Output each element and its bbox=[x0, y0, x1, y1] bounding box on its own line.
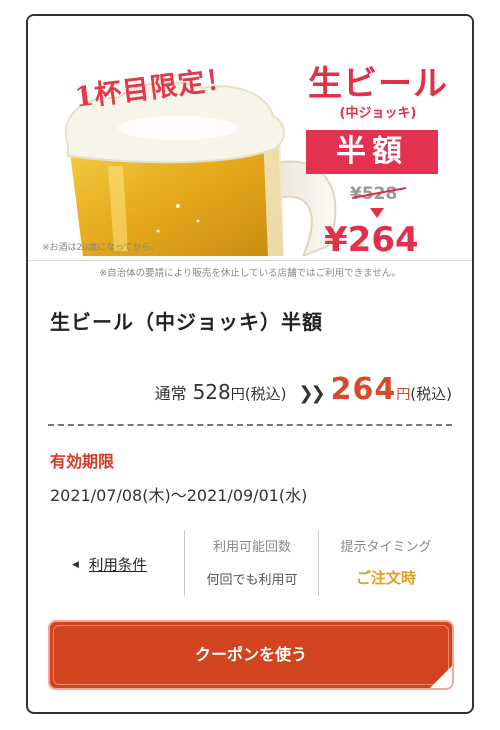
sale-price: 264 bbox=[330, 372, 397, 407]
corner-fold bbox=[430, 666, 452, 688]
terms-link[interactable]: ◀ 利用条件 bbox=[72, 554, 147, 575]
hero-title: 生ビール bbox=[308, 64, 448, 104]
store-notice: ※自治体の要請により販売を休止している店舗ではご利用できません。 bbox=[99, 268, 401, 279]
regular-price: 528 bbox=[192, 380, 231, 404]
coupon-title: 生ビール（中ジョッキ）半額 bbox=[50, 310, 323, 334]
info-row: ◀ 利用条件 利用可能回数 何回でも利用可 提示タイミング ご注文時 bbox=[28, 526, 472, 602]
double-chevron-icon: ❯❯ bbox=[298, 383, 325, 404]
use-coupon-label: クーポンを使う bbox=[194, 645, 307, 664]
hero-subtitle: (中ジョッキ) bbox=[339, 106, 417, 121]
regular-label: 通常 bbox=[154, 384, 187, 403]
hero-banner: 1杯目限定！ 生ビール (中ジョッキ) 半額 ¥528 ¥264 ※お酒は20歳… bbox=[28, 16, 472, 280]
timing-column: 提示タイミング ご注文時 bbox=[322, 536, 450, 588]
column-divider bbox=[318, 530, 319, 596]
terms-link-label[interactable]: 利用条件 bbox=[89, 554, 147, 575]
price-row: 通常 528 円 (税込) ❯❯ 264 円 (税込) bbox=[28, 372, 452, 407]
hero-new-price: ¥264 bbox=[324, 220, 419, 260]
strike-line bbox=[351, 187, 407, 199]
arrow-down-icon bbox=[370, 208, 384, 218]
sale-tax-note: (税込) bbox=[410, 385, 452, 403]
expiry-value: 2021/07/08(木)〜2021/09/01(水) bbox=[50, 486, 308, 505]
divider bbox=[28, 260, 472, 261]
uses-value: 何回でも利用可 bbox=[206, 573, 298, 588]
timing-header: 提示タイミング bbox=[340, 540, 432, 555]
half-price-badge: 半額 bbox=[306, 130, 438, 174]
dashed-divider bbox=[48, 424, 452, 426]
alcohol-notice: ※お酒は20歳になってから。 bbox=[42, 243, 160, 253]
tax-note: (税込) bbox=[244, 385, 287, 403]
timing-value: ご注文時 bbox=[355, 569, 416, 587]
coupon-card: 1杯目限定！ 生ビール (中ジョッキ) 半額 ¥528 ¥264 ※お酒は20歳… bbox=[26, 14, 474, 714]
uses-header: 利用可能回数 bbox=[212, 540, 291, 555]
yen-unit: 円 bbox=[230, 387, 245, 403]
sale-yen-unit: 円 bbox=[396, 387, 411, 403]
use-coupon-button[interactable]: クーポンを使う bbox=[48, 620, 454, 690]
triangle-left-icon: ◀ bbox=[72, 559, 79, 570]
column-divider bbox=[184, 530, 185, 596]
expiry-label: 有効期限 bbox=[50, 452, 115, 471]
uses-column: 利用可能回数 何回でも利用可 bbox=[188, 536, 316, 588]
